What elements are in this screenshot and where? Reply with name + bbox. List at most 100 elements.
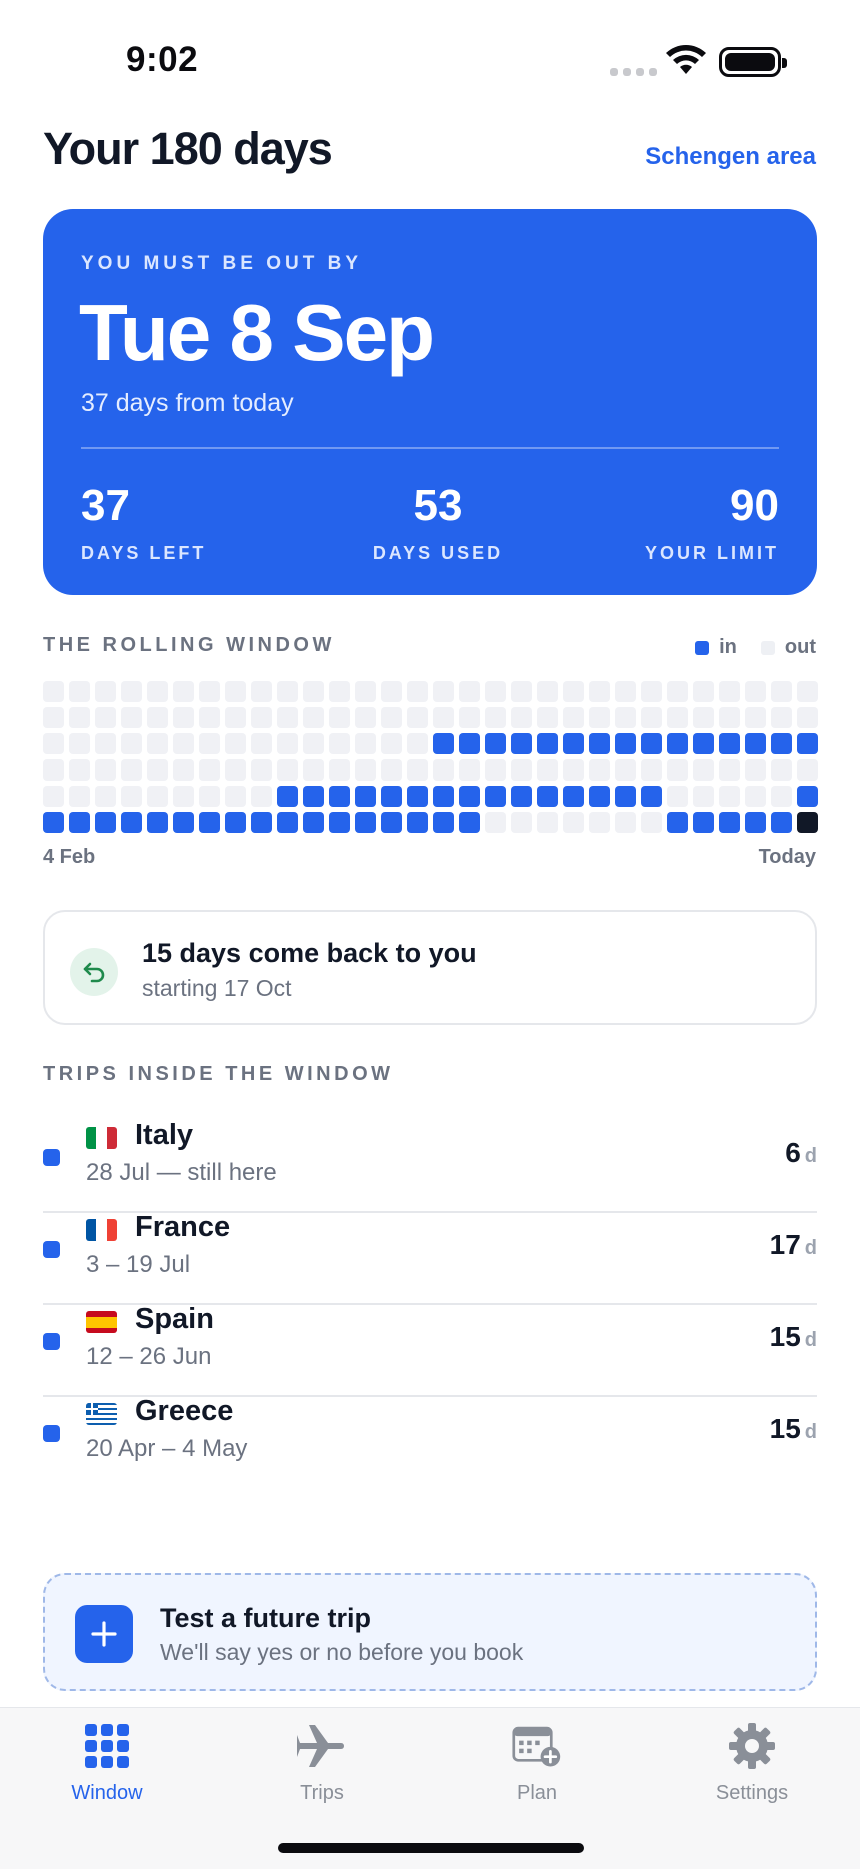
- day-cell-out: [797, 681, 818, 703]
- day-cell-out: [199, 707, 220, 729]
- day-cell-out: [225, 681, 246, 703]
- day-cell-in: [615, 733, 636, 755]
- day-cell-out: [251, 733, 272, 755]
- day-cell-out: [407, 733, 428, 755]
- day-cell-in: [511, 733, 532, 755]
- day-cell-out: [121, 681, 142, 703]
- stat-label: DAYS LEFT: [81, 543, 207, 563]
- day-cell-out: [199, 759, 220, 781]
- day-cell-in: [43, 811, 64, 833]
- day-cell-out: [589, 759, 610, 781]
- day-cell-out: [173, 759, 194, 781]
- day-cell-out: [719, 707, 740, 729]
- day-cell-out: [537, 811, 558, 833]
- day-cell-out: [173, 681, 194, 703]
- trip-bullet: [43, 1241, 60, 1258]
- day-cell-out: [667, 681, 688, 703]
- day-cell-in: [381, 811, 402, 833]
- day-cell-in: [485, 785, 506, 807]
- day-cell-out: [615, 681, 636, 703]
- stat-value: 53: [413, 481, 463, 530]
- trip-dates: 20 Apr – 4 May: [86, 1435, 248, 1462]
- day-cell-out: [693, 707, 714, 729]
- flag-icon: [86, 1219, 117, 1241]
- home-indicator: [278, 1843, 584, 1853]
- day-cell-out: [329, 681, 350, 703]
- day-cell-out: [173, 707, 194, 729]
- day-cell-in: [459, 785, 480, 807]
- trip-country: Italy: [135, 1119, 194, 1151]
- day-cell-out: [43, 707, 64, 729]
- tab-label: Trips: [300, 1782, 344, 1804]
- plus-icon: [75, 1605, 133, 1663]
- day-cell-in: [355, 811, 376, 833]
- calendar-add-icon: [512, 1722, 562, 1770]
- day-cell-out: [745, 707, 766, 729]
- day-cell-in: [563, 733, 584, 755]
- day-cell-out: [745, 759, 766, 781]
- day-cell-out: [537, 681, 558, 703]
- day-cell-out: [589, 707, 610, 729]
- day-cell-out: [641, 707, 662, 729]
- day-cell-out: [771, 707, 792, 729]
- trip-dates: 28 Jul — still here: [86, 1159, 277, 1186]
- day-cell-in: [199, 811, 220, 833]
- day-cell-out: [459, 707, 480, 729]
- test-future-trip-card[interactable]: Test a future trip We'll say yes or no b…: [43, 1573, 817, 1691]
- exit-date: Tue 8 Sep: [79, 288, 435, 377]
- day-cell-in: [277, 785, 298, 807]
- day-cell-out: [95, 733, 116, 755]
- day-cell-out: [485, 707, 506, 729]
- day-cell-out: [589, 811, 610, 833]
- day-cell-out: [121, 785, 142, 807]
- schengen-area-link[interactable]: Schengen area: [645, 143, 816, 171]
- day-cell-out: [433, 759, 454, 781]
- day-cell-out: [225, 785, 246, 807]
- day-cell-out: [251, 681, 272, 703]
- tab-window[interactable]: Window: [27, 1722, 187, 1805]
- day-cell-in: [303, 785, 324, 807]
- day-cell-out: [251, 785, 272, 807]
- day-cell-out: [121, 707, 142, 729]
- day-cell-out: [173, 785, 194, 807]
- tab-plan[interactable]: Plan: [457, 1722, 617, 1805]
- day-cell-out: [615, 811, 636, 833]
- day-cell-out: [719, 681, 740, 703]
- day-cell-out: [693, 785, 714, 807]
- day-cell-out: [485, 811, 506, 833]
- day-cell-in: [745, 811, 766, 833]
- day-cell-out: [303, 733, 324, 755]
- day-cell-out: [277, 707, 298, 729]
- day-cell-out: [563, 707, 584, 729]
- day-cell-in: [459, 811, 480, 833]
- tab-settings[interactable]: Settings: [672, 1722, 832, 1805]
- day-cell-in: [407, 785, 428, 807]
- day-cell-out: [329, 759, 350, 781]
- day-cell-out: [225, 707, 246, 729]
- day-cell-in: [745, 733, 766, 755]
- day-cell-out: [771, 681, 792, 703]
- stat-your-limit: 90 YOUR LIMIT: [645, 481, 779, 564]
- tab-trips[interactable]: Trips: [242, 1722, 402, 1805]
- rolling-window-grid: [43, 681, 818, 833]
- day-cell-out: [43, 785, 64, 807]
- day-cell-in: [121, 811, 142, 833]
- legend-out-swatch: [760, 640, 775, 655]
- trip-row[interactable]: Greece 20 Apr – 4 May 15 d: [43, 1379, 817, 1489]
- day-cell-out: [355, 733, 376, 755]
- stat-label: DAYS USED: [372, 543, 504, 563]
- day-cell-in: [537, 733, 558, 755]
- days-return-card[interactable]: 15 days come back to you starting 17 Oct: [43, 910, 817, 1025]
- trip-days-value: 15: [769, 1321, 801, 1352]
- window-start-label: 4 Feb: [43, 846, 96, 868]
- day-cell-out: [147, 707, 168, 729]
- trip-dates: 12 – 26 Jun: [86, 1343, 212, 1370]
- day-cell-in: [719, 811, 740, 833]
- day-cell-out: [381, 707, 402, 729]
- day-cell-out: [771, 785, 792, 807]
- day-cell-out: [173, 733, 194, 755]
- tab-label: Settings: [715, 1782, 789, 1804]
- day-cell-in: [693, 733, 714, 755]
- day-cell-out: [407, 681, 428, 703]
- tab-label: Plan: [516, 1782, 558, 1804]
